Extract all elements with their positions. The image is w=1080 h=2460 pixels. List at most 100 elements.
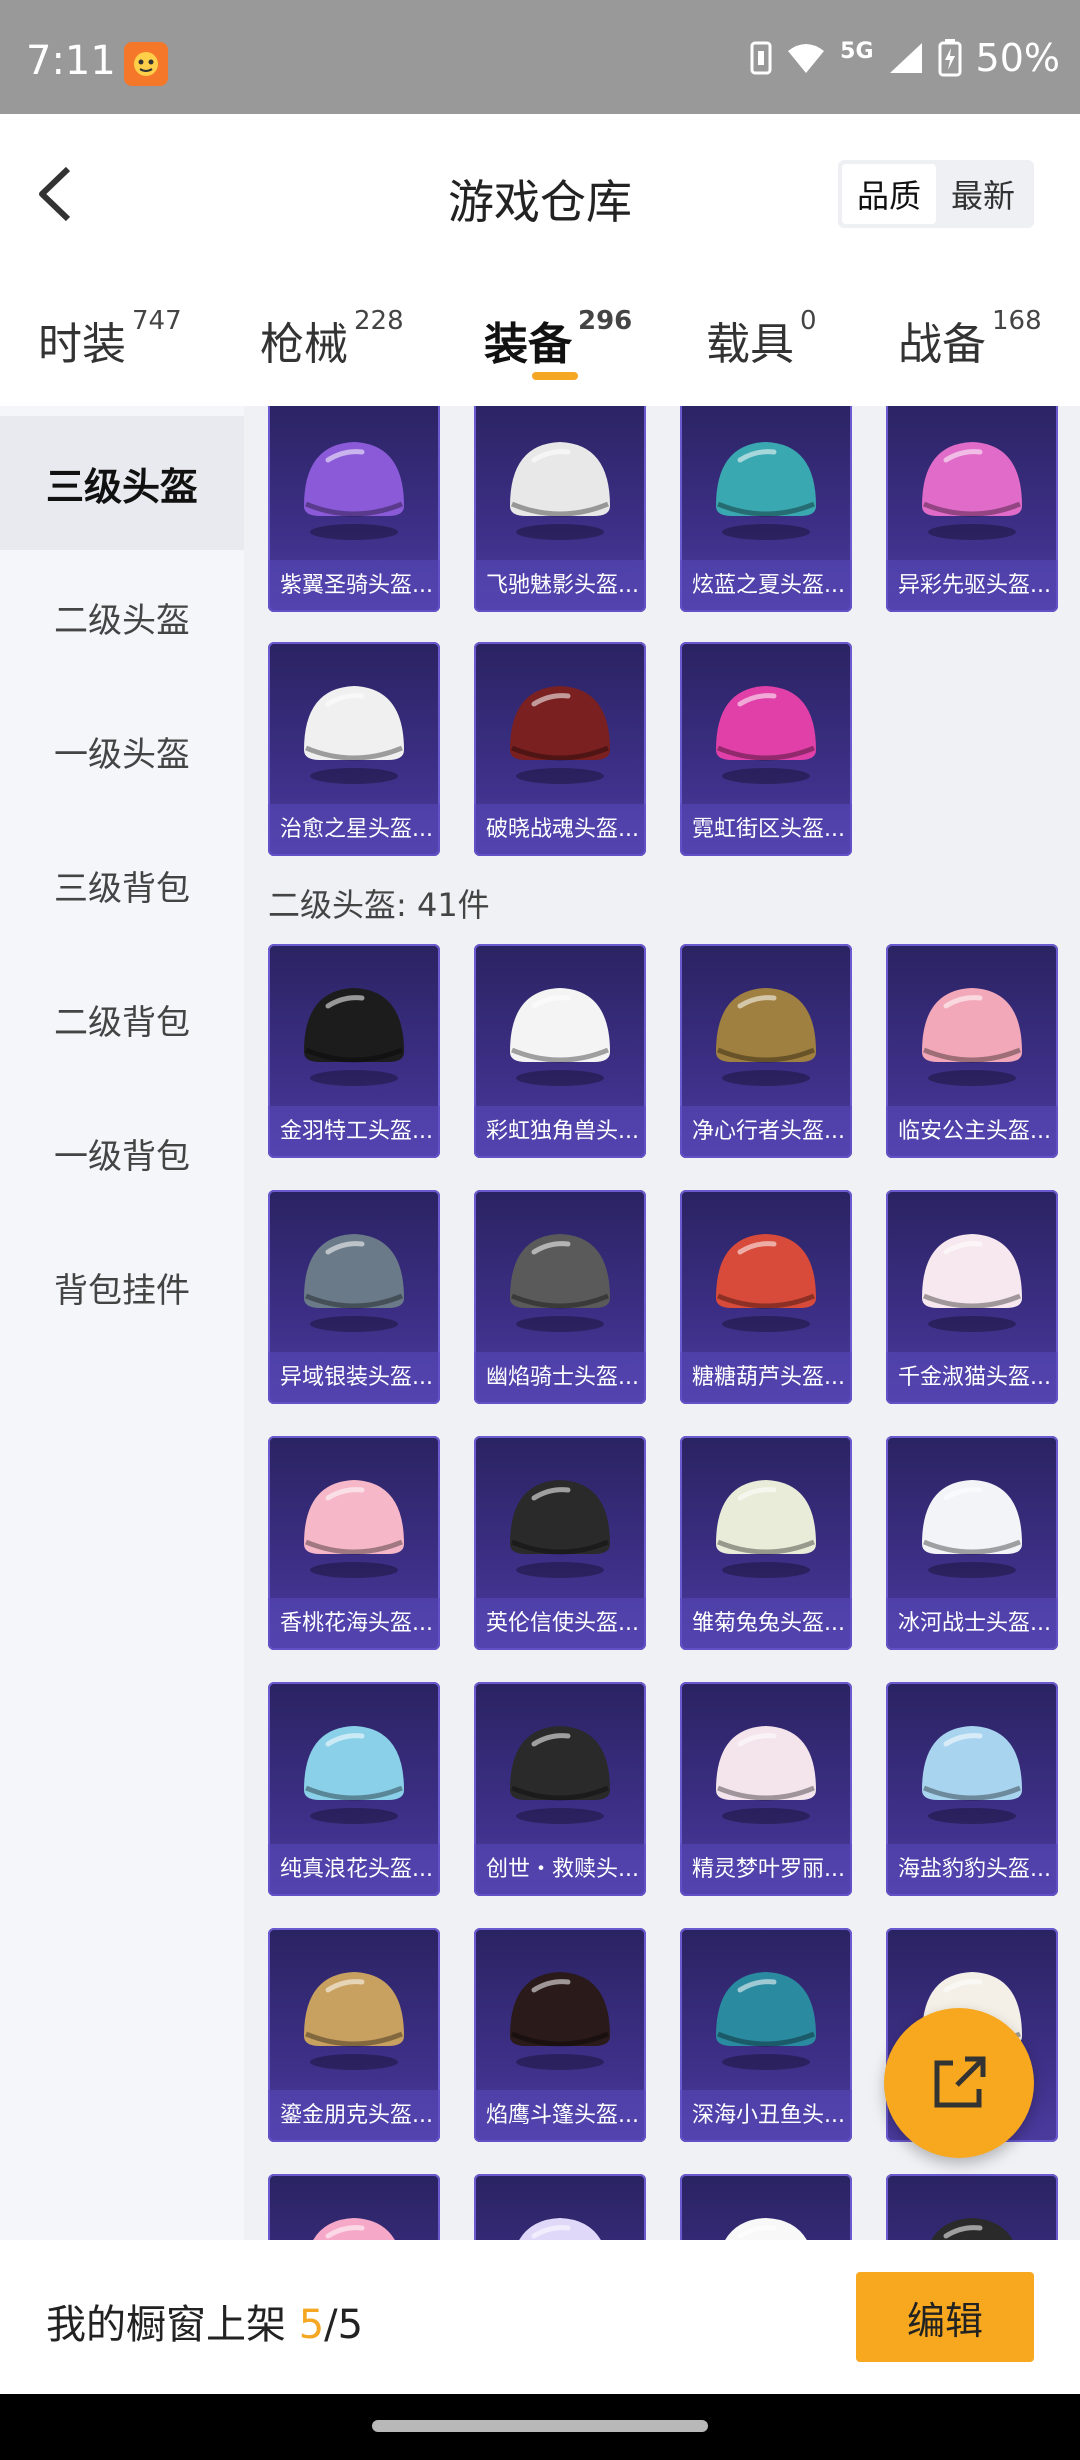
item-card[interactable]: 幽焰骑士头盔...: [474, 1190, 646, 1404]
section-label-level2: 二级头盔: 41件: [268, 886, 490, 924]
sidebar-item-level1-backpack[interactable]: 一级背包: [0, 1086, 244, 1220]
helmet-icon: [304, 686, 404, 784]
showcase-total: /5: [324, 2302, 364, 2348]
helmet-icon: [716, 1480, 816, 1578]
helmet-icon: [510, 442, 610, 540]
item-card[interactable]: 破晓战魂头盔...: [474, 642, 646, 856]
item-grid: 二级头盔: 41件 紫翼圣骑头盔... 飞驰魅影头盔... 炫蓝之夏头盔... 异彩先…: [244, 406, 1080, 2240]
item-card[interactable]: [680, 2174, 852, 2240]
item-card[interactable]: [268, 2174, 440, 2240]
item-card[interactable]: 糖糖葫芦头盔...: [680, 1190, 852, 1404]
helmet-icon: [519, 2218, 601, 2240]
item-name: 破晓战魂头盔...: [474, 804, 646, 856]
item-name: 英伦信使头盔...: [474, 1598, 646, 1650]
showcase-status: 我的橱窗上架 5/5: [46, 2292, 363, 2350]
item-card[interactable]: 创世・救赎头...: [474, 1682, 646, 1896]
item-name: 雏菊兔兔头盔...: [680, 1598, 852, 1650]
sidebar-item-level2-helmet[interactable]: 二级头盔: [0, 550, 244, 684]
item-card[interactable]: 彩虹独角兽头...: [474, 944, 646, 1158]
tab-vehicles[interactable]: 载具 0: [706, 306, 817, 372]
item-card[interactable]: 精灵梦叶罗丽...: [680, 1682, 852, 1896]
item-name: 纯真浪花头盔...: [268, 1844, 440, 1896]
item-name: 紫翼圣骑头盔...: [268, 560, 440, 612]
item-card[interactable]: 深海小丑鱼头...: [680, 1928, 852, 2142]
item-card[interactable]: 海盐豹豹头盔...: [886, 1682, 1058, 1896]
tab-label: 时装: [38, 319, 126, 370]
tab-weapons[interactable]: 枪械 228: [260, 306, 404, 372]
item-name: 深海小丑鱼头...: [680, 2090, 852, 2142]
sidebar-item-level3-backpack[interactable]: 三级背包: [0, 818, 244, 952]
helmet-icon: [716, 442, 816, 540]
item-card[interactable]: 异域银装头盔...: [268, 1190, 440, 1404]
item-card[interactable]: 英伦信使头盔...: [474, 1436, 646, 1650]
item-card[interactable]: 雏菊兔兔头盔...: [680, 1436, 852, 1650]
status-bar: 7:11 5G 50%: [0, 0, 1080, 114]
sidebar-item-backpack-charm[interactable]: 背包挂件: [0, 1220, 244, 1354]
sort-option-quality[interactable]: 品质: [842, 164, 936, 224]
showcase-label: 我的橱窗上架: [46, 2302, 286, 2348]
battery-icon: [938, 39, 962, 77]
tab-count: 747: [132, 306, 182, 336]
item-card[interactable]: 紫翼圣骑头盔...: [268, 406, 440, 612]
item-card[interactable]: 金羽特工头盔...: [268, 944, 440, 1158]
item-name: 治愈之星头盔...: [268, 804, 440, 856]
item-card[interactable]: [886, 2174, 1058, 2240]
helmet-icon: [922, 442, 1022, 540]
share-icon: [934, 2056, 986, 2108]
item-card[interactable]: 治愈之星头盔...: [268, 642, 440, 856]
helmet-icon: [922, 1234, 1022, 1332]
sidebar-item-level2-backpack[interactable]: 二级背包: [0, 952, 244, 1086]
sort-option-latest[interactable]: 最新: [936, 164, 1030, 224]
edit-button[interactable]: 编辑: [856, 2272, 1034, 2362]
item-card[interactable]: 千金淑猫头盔...: [886, 1190, 1058, 1404]
sidebar-item-level3-helmet[interactable]: 三级头盔: [0, 416, 244, 550]
item-name: 异彩先驱头盔...: [886, 560, 1058, 612]
sidebar-item-level1-helmet[interactable]: 一级头盔: [0, 684, 244, 818]
item-card[interactable]: [474, 2174, 646, 2240]
showcase-bar: 我的橱窗上架 5/5 编辑: [0, 2240, 1080, 2394]
item-card[interactable]: 净心行者头盔...: [680, 944, 852, 1158]
item-name: 鎏金朋克头盔...: [268, 2090, 440, 2142]
helmet-icon: [716, 988, 816, 1086]
tab-count: 228: [354, 306, 404, 336]
item-card[interactable]: 纯真浪花头盔...: [268, 1682, 440, 1896]
item-card[interactable]: 香桃花海头盔...: [268, 1436, 440, 1650]
helmet-icon: [304, 1972, 404, 2070]
tab-count: 0: [800, 306, 817, 336]
signal-icon: [889, 43, 922, 73]
active-tab-indicator: [532, 372, 578, 380]
helmet-icon: [931, 2218, 1013, 2240]
home-indicator[interactable]: [372, 2420, 708, 2432]
helmet-icon: [510, 988, 610, 1086]
item-card[interactable]: 焰鹰斗篷头盔...: [474, 1928, 646, 2142]
item-card[interactable]: 异彩先驱头盔...: [886, 406, 1058, 612]
helmet-icon: [304, 1234, 404, 1332]
item-name: 冰河战士头盔...: [886, 1598, 1058, 1650]
wifi-icon: [788, 44, 825, 73]
helmet-icon: [510, 1972, 610, 2070]
top-header: 游戏仓库 品质 最新: [0, 114, 1080, 268]
sort-toggle: 品质 最新: [838, 160, 1034, 228]
tab-fashion[interactable]: 时装 747: [38, 306, 182, 372]
item-card[interactable]: 霓虹街区头盔...: [680, 642, 852, 856]
tab-equipment[interactable]: 装备 296: [484, 306, 632, 372]
share-button[interactable]: [884, 2008, 1034, 2158]
helmet-icon: [725, 2218, 807, 2240]
system-nav-bar: [0, 2394, 1080, 2460]
tab-gear[interactable]: 战备 168: [898, 306, 1042, 372]
helmet-icon: [304, 442, 404, 540]
item-card[interactable]: 临安公主头盔...: [886, 944, 1058, 1158]
battery-level: 50%: [975, 36, 1060, 80]
item-card[interactable]: 鎏金朋克头盔...: [268, 1928, 440, 2142]
network-type: 5G: [840, 38, 874, 64]
item-card[interactable]: 冰河战士头盔...: [886, 1436, 1058, 1650]
item-card[interactable]: 炫蓝之夏头盔...: [680, 406, 852, 612]
item-card[interactable]: 飞驰魅影头盔...: [474, 406, 646, 612]
status-time: 7:11: [26, 38, 116, 84]
tab-label: 枪械: [260, 319, 348, 370]
tab-count: 168: [992, 306, 1042, 336]
item-name: 霓虹街区头盔...: [680, 804, 852, 856]
item-name: 创世・救赎头...: [474, 1844, 646, 1896]
item-name: 异域银装头盔...: [268, 1352, 440, 1404]
sidebar: 三级头盔 二级头盔 一级头盔 三级背包 二级背包 一级背包 背包挂件: [0, 406, 244, 2240]
